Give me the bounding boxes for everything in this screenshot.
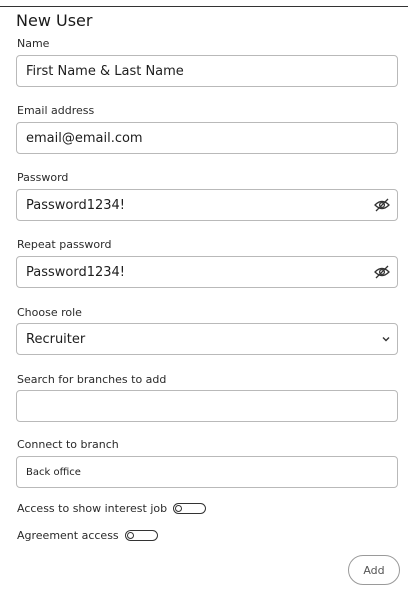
repeat-password-label: Repeat password (17, 238, 112, 251)
toggle-knob (175, 504, 183, 512)
agreement-access-row: Agreement access (17, 529, 158, 542)
access-interest-row: Access to show interest job (17, 502, 207, 515)
access-interest-label: Access to show interest job (17, 502, 168, 515)
password-label: Password (17, 171, 69, 184)
branch-search-label: Search for branches to add (17, 373, 167, 386)
branch-search-input[interactable] (16, 390, 398, 422)
role-label: Choose role (17, 306, 82, 319)
eye-off-icon[interactable] (373, 197, 391, 213)
chevron-down-icon (382, 337, 390, 342)
connect-branch-label: Connect to branch (17, 438, 119, 451)
connect-branch-field[interactable]: Back office (16, 456, 398, 488)
password-value: Password1234! (26, 197, 126, 213)
repeat-password-value: Password1234! (26, 264, 126, 280)
connect-branch-value: Back office (26, 466, 81, 478)
name-input[interactable]: First Name & Last Name (16, 55, 398, 87)
role-select[interactable]: Recruiter (16, 323, 398, 355)
top-divider (0, 6, 408, 7)
agreement-access-label: Agreement access (17, 529, 119, 542)
name-value: First Name & Last Name (26, 63, 184, 79)
email-input[interactable]: email@email.com (16, 122, 398, 154)
name-label: Name (17, 37, 50, 50)
agreement-access-toggle[interactable] (124, 530, 158, 541)
password-input[interactable]: Password1234! (16, 189, 398, 221)
eye-off-icon[interactable] (373, 264, 391, 280)
email-label: Email address (17, 104, 95, 117)
page-title: New User (16, 11, 93, 30)
repeat-password-input[interactable]: Password1234! (16, 256, 398, 288)
email-value: email@email.com (26, 130, 143, 146)
add-button[interactable]: Add (348, 555, 400, 585)
access-interest-toggle[interactable] (173, 503, 207, 514)
role-value: Recruiter (26, 331, 86, 347)
toggle-knob (126, 531, 134, 539)
